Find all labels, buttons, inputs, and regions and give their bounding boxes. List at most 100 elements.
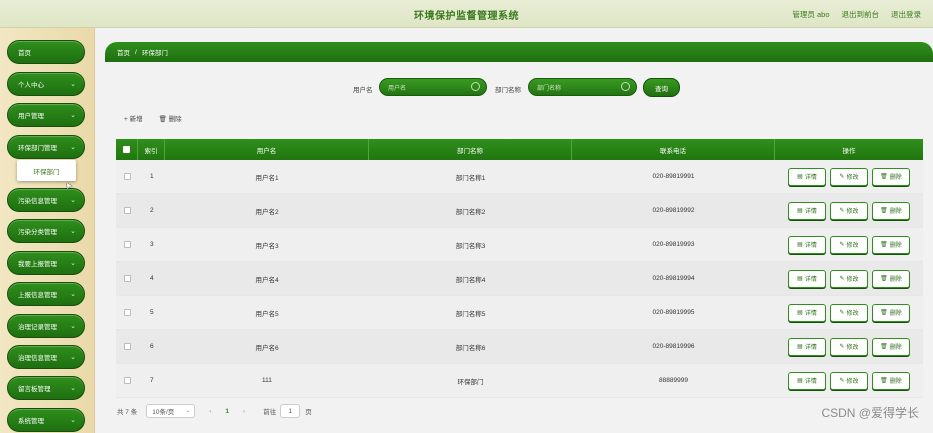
table-body: 1 用户名1 部门名称1 020-89819991 ▤ 详情 ✎ 修改 🗑 删除 2 用户名2 部门名称…: [116, 160, 923, 398]
chevron-down-icon: ⌄: [70, 354, 76, 361]
page-size-select[interactable]: 10条/页 ⌄: [146, 404, 196, 418]
delete-button[interactable]: 🗑 删除: [872, 337, 910, 356]
detail-button[interactable]: ▤ 详情: [788, 269, 826, 288]
cell-dept: 部门名称6: [455, 344, 486, 352]
sidebar-item-label: 首页: [18, 50, 31, 57]
pagination: 共 7 条 10条/页 ⌄ ‹ 1 › 前往 1 页: [117, 404, 312, 418]
add-button[interactable]: + 新增: [124, 113, 143, 123]
cell-phone: 020-89819993: [652, 241, 695, 248]
detail-button[interactable]: ▤ 详情: [788, 371, 826, 390]
sidebar-item-label: 治理信息管理: [18, 355, 57, 362]
watermark: CSDN @爱得学长: [821, 406, 919, 420]
data-table: 索引 用户名 部门名称 联系电话 操作 1 用户名1 部门名称1 020-898199…: [116, 139, 923, 398]
row-select-cell: [116, 330, 138, 363]
edit-button[interactable]: ✎ 修改: [830, 303, 868, 322]
prev-page-button[interactable]: ‹: [209, 408, 211, 415]
sidebar-item[interactable]: 污染分类管理 ⌄: [7, 219, 85, 243]
edit-button[interactable]: ✎ 修改: [830, 371, 868, 390]
sidebar-item[interactable]: 环保部门管理 ⌄: [7, 135, 85, 159]
edit-label: 修改: [846, 379, 859, 385]
edit-button[interactable]: ✎ 修改: [830, 201, 868, 220]
delete-button[interactable]: 🗑 删除: [872, 201, 910, 220]
detail-button[interactable]: ▤ 详情: [788, 337, 826, 356]
clear-icon[interactable]: [621, 82, 630, 91]
sidebar-item[interactable]: 用户管理 ⌄: [7, 103, 85, 127]
dept-input[interactable]: 部门名称: [528, 78, 637, 96]
row-checkbox[interactable]: [123, 377, 131, 384]
search-button[interactable]: 查询: [643, 78, 680, 97]
row-select-cell: [116, 228, 138, 261]
username-input[interactable]: 用户名: [379, 78, 487, 96]
delete-button[interactable]: 🗑 删除: [872, 235, 910, 254]
cell-username: 用户名2: [255, 208, 279, 216]
cell-phone: 020-89819991: [652, 173, 695, 180]
delete-label: 删除: [889, 277, 902, 283]
document-icon: ▤: [797, 242, 803, 248]
sidebar-item[interactable]: 首页: [7, 40, 85, 64]
edit-button[interactable]: ✎ 修改: [830, 337, 868, 356]
delete-label: 删除: [889, 311, 902, 317]
sidebar-item[interactable]: 治理记录管理 ⌄: [7, 314, 85, 338]
detail-button[interactable]: ▤ 详情: [788, 201, 826, 220]
cell-index: 5: [150, 309, 154, 316]
delete-button[interactable]: 🗑 删除: [872, 269, 910, 288]
row-checkbox[interactable]: [123, 207, 131, 214]
logout-link[interactable]: 退出登录: [891, 9, 921, 20]
sidebar-item-label: 治理记录管理: [18, 324, 57, 331]
trash-icon: 🗑: [880, 174, 888, 180]
row-checkbox[interactable]: [123, 343, 131, 350]
edit-button[interactable]: ✎ 修改: [830, 235, 868, 254]
sidebar-item-label: 上报信息管理: [18, 292, 57, 299]
delete-button[interactable]: 🗑 删除: [872, 371, 910, 390]
sidebar-item-label: 污染分类管理: [18, 229, 57, 236]
table-row: 2 用户名2 部门名称2 020-89819992 ▤ 详情 ✎ 修改 🗑 删除: [116, 194, 923, 228]
detail-label: 详情: [804, 345, 817, 351]
select-all-cell: [116, 139, 138, 160]
back-to-frontend-link[interactable]: 退出到前台: [842, 9, 880, 20]
row-checkbox[interactable]: [123, 173, 131, 180]
edit-button[interactable]: ✎ 修改: [830, 167, 868, 186]
sidebar-item[interactable]: 留言板管理 ⌄: [7, 376, 85, 400]
detail-button[interactable]: ▤ 详情: [788, 235, 826, 254]
batch-delete-button[interactable]: 🗑 删除: [159, 113, 182, 123]
row-select-cell: [116, 296, 138, 329]
cell-phone: 020-89819995: [652, 309, 695, 316]
cell-index: 3: [150, 241, 154, 248]
table-row: 3 用户名3 部门名称3 020-89819993 ▤ 详情 ✎ 修改 🗑 删除: [116, 228, 923, 262]
pencil-icon: ✎: [839, 208, 845, 214]
delete-label: 删除: [889, 345, 902, 351]
sidebar-item[interactable]: 我要上报管理 ⌄: [7, 251, 85, 275]
edit-button[interactable]: ✎ 修改: [830, 269, 868, 288]
select-all-checkbox[interactable]: [123, 146, 130, 153]
current-user-label[interactable]: 管理员 abo: [792, 9, 829, 20]
submenu-item-env-dept[interactable]: 环保部门: [17, 160, 76, 181]
col-index: 索引: [138, 139, 165, 160]
page-number[interactable]: 1: [225, 408, 229, 415]
cell-ops: ▤ 详情 ✎ 修改 🗑 删除: [775, 296, 923, 329]
delete-button[interactable]: 🗑 删除: [872, 167, 910, 186]
sidebar-item[interactable]: 污染信息管理 ⌄: [7, 188, 85, 212]
row-checkbox[interactable]: [123, 241, 131, 248]
sidebar-item[interactable]: 上报信息管理 ⌄: [7, 282, 85, 306]
sidebar-item-label: 污染信息管理: [18, 198, 57, 205]
next-page-button[interactable]: ›: [243, 408, 245, 415]
clear-icon[interactable]: [471, 82, 480, 91]
cell-ops: ▤ 详情 ✎ 修改 🗑 删除: [775, 228, 923, 261]
goto-input[interactable]: 1: [280, 404, 301, 418]
cell-username: 用户名4: [255, 276, 279, 284]
header-links: 管理员 abo 退出到前台 退出登录: [792, 9, 921, 20]
pencil-icon: ✎: [839, 242, 845, 248]
row-checkbox[interactable]: [123, 309, 131, 316]
row-checkbox[interactable]: [123, 275, 131, 282]
cell-username: 用户名1: [255, 174, 279, 182]
breadcrumb-home[interactable]: 首页: [117, 47, 130, 57]
row-select-cell: [116, 160, 138, 193]
sidebar-item[interactable]: 治理信息管理 ⌄: [7, 345, 85, 369]
delete-button[interactable]: 🗑 删除: [872, 303, 910, 322]
table-header: 索引 用户名 部门名称 联系电话 操作: [116, 139, 923, 160]
detail-button[interactable]: ▤ 详情: [788, 303, 826, 322]
pencil-icon: ✎: [839, 276, 845, 282]
sidebar-item[interactable]: 系统管理 ⌄: [7, 408, 85, 432]
cell-phone: 020-89819994: [652, 275, 695, 282]
detail-button[interactable]: ▤ 详情: [788, 167, 826, 186]
